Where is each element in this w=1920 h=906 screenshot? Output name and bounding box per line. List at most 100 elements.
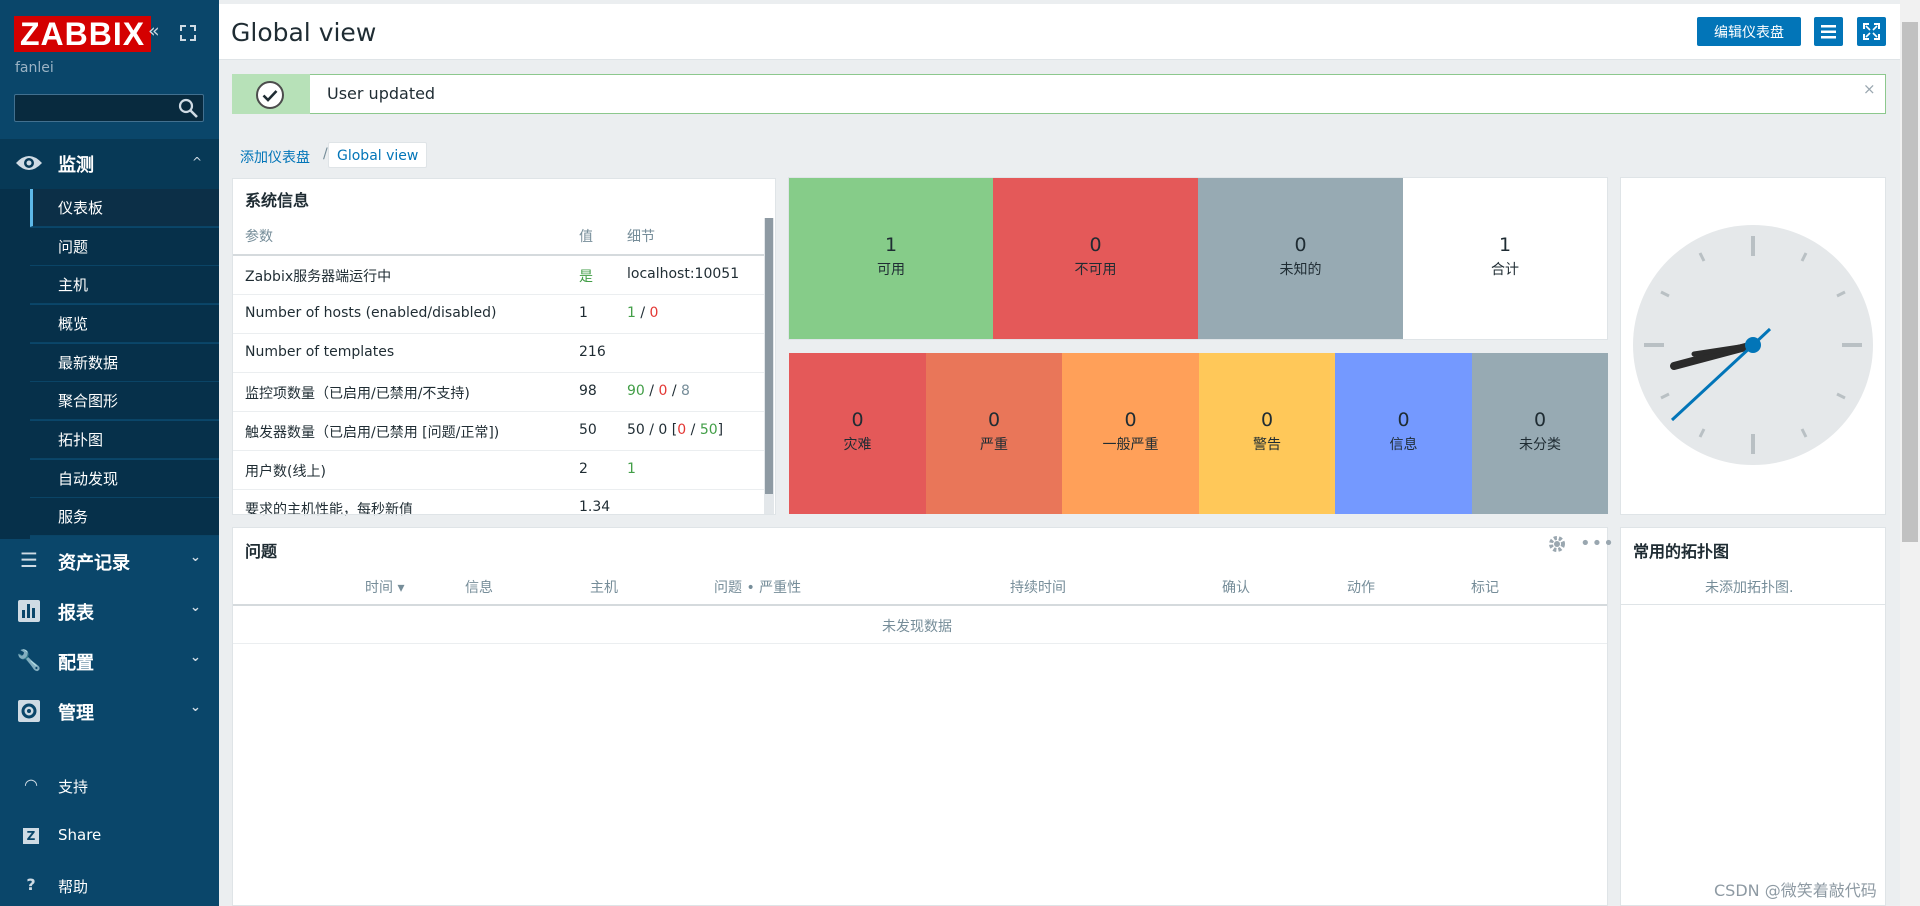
column-header-details: 细节 [627, 229, 655, 245]
headset-icon: ◠ [24, 775, 38, 794]
severity-information[interactable]: 0 信息 [1335, 353, 1472, 514]
chevron-up-icon: ^ [192, 155, 203, 169]
success-message-text: User updated [327, 84, 436, 103]
column-header-value: 值 [579, 229, 593, 245]
severity-high[interactable]: 0 严重 [926, 353, 1062, 514]
table-row-param: 用户数(线上) [245, 464, 326, 480]
table-row-detail: 1 [627, 461, 636, 477]
table-row-param: 触发器数量（已启用/已禁用 [问题/正常]) [245, 425, 500, 441]
zabbix-logo[interactable]: ZABBIX [14, 16, 152, 52]
host-availability-available[interactable]: 1 可用 [789, 178, 993, 339]
menu-configuration[interactable]: 🔧 配置 ⌄ [0, 636, 219, 686]
page-title: Global view [231, 18, 377, 47]
clock-icon [1633, 225, 1873, 465]
help-label: 帮助 [58, 878, 89, 896]
count: 0 [987, 409, 1001, 431]
kiosk-mode-icon[interactable] [180, 25, 196, 41]
support-link[interactable]: ◠ 支持 [0, 764, 219, 808]
column-header-host[interactable]: 主机 [590, 577, 618, 597]
count: 0 [851, 409, 864, 431]
menu-administration[interactable]: 管理 ⌄ [0, 686, 219, 736]
menu-inventory-label: 资产记录 [58, 553, 130, 574]
submenu-overview[interactable]: 概览 [30, 305, 219, 343]
column-header-problem-severity[interactable]: 问题 • 严重性 [714, 577, 801, 597]
label: 不可用 [1074, 262, 1117, 278]
wrench-icon: 🔧 [16, 648, 42, 672]
count: 0 [1533, 409, 1547, 431]
eye-icon [16, 156, 42, 170]
menu-icon [1821, 25, 1836, 39]
table-header-divider [1621, 604, 1885, 605]
chevron-down-icon: ⌄ [190, 550, 201, 565]
label: 信息 [1389, 437, 1418, 453]
share-icon: Z [23, 828, 39, 844]
label: 未知的 [1279, 262, 1322, 278]
breadcrumb-current[interactable]: Global view [328, 142, 428, 168]
column-header-param: 参数 [245, 229, 273, 245]
watermark: CSDN @微笑着敲代码 [1714, 881, 1877, 900]
submenu-dashboard[interactable]: 仪表板 [30, 189, 219, 227]
host-availability-unavailable[interactable]: 0 不可用 [993, 178, 1198, 339]
label: 可用 [877, 262, 905, 278]
problems-widget [232, 527, 1608, 906]
trigger-suffix: ] [717, 422, 724, 438]
label: 合计 [1491, 262, 1519, 278]
widget-scrollbar-thumb[interactable] [765, 218, 773, 494]
support-label: 支持 [58, 778, 89, 796]
search-icon[interactable] [176, 96, 200, 120]
severity-warning[interactable]: 0 警告 [1199, 353, 1335, 514]
menu-inventory[interactable]: ☰ 资产记录 ⌄ [0, 536, 219, 586]
chevron-down-icon: ⌄ [190, 600, 201, 615]
menu-monitoring-label: 监测 [58, 155, 94, 176]
count: 1 [884, 234, 898, 256]
chart-icon [18, 600, 40, 622]
edit-dashboard-button[interactable]: 编辑仪表盘 [1697, 17, 1801, 46]
close-icon[interactable]: × [1863, 80, 1876, 98]
severity-not-classified[interactable]: 0 未分类 [1472, 353, 1608, 514]
table-row-param: Number of templates [245, 344, 395, 360]
breadcrumb-parent[interactable]: 添加仪表盘 [240, 147, 310, 167]
more-options-icon[interactable]: ••• [1580, 533, 1615, 554]
gear-icon [18, 700, 40, 722]
menu-reports[interactable]: 报表 ⌄ [0, 586, 219, 636]
collapse-sidebar-icon[interactable]: « [148, 20, 160, 42]
chevron-down-icon: ⌄ [190, 700, 201, 715]
help-link[interactable]: ? 帮助 [0, 864, 219, 906]
column-header-time[interactable]: 时间 ▾ [365, 577, 404, 597]
table-row-value: 1.34 [579, 499, 611, 515]
count: 0 [1294, 234, 1307, 256]
row-divider [233, 372, 764, 373]
success-message [232, 74, 1886, 114]
gear-icon[interactable] [1548, 535, 1566, 553]
submenu-problems[interactable]: 问题 [30, 228, 219, 266]
submenu-services[interactable]: 服务 [30, 498, 219, 536]
actions-menu-button[interactable] [1814, 17, 1843, 46]
host-availability-unknown[interactable]: 0 未知的 [1198, 178, 1403, 339]
fullscreen-button[interactable] [1857, 17, 1886, 46]
table-row-value: 98 [579, 383, 597, 399]
host-availability-total[interactable]: 1 合计 [1403, 178, 1607, 339]
widget-bottom-edge [233, 514, 764, 515]
column-header-tags: 标记 [1471, 580, 1499, 596]
table-row-detail: 90 / 0 / 8 [627, 383, 690, 399]
submenu-screens[interactable]: 聚合图形 [30, 382, 219, 420]
table-header-divider [233, 604, 1607, 606]
submenu-hosts[interactable]: 主机 [30, 266, 219, 304]
column-header-actions: 动作 [1347, 580, 1375, 596]
table-row-value: 1 [579, 305, 588, 321]
share-link[interactable]: Z Share [0, 814, 219, 858]
label: 一般严重 [1102, 437, 1159, 453]
submenu-maps[interactable]: 拓扑图 [30, 421, 219, 459]
submenu-discovery[interactable]: 自动发现 [30, 460, 219, 498]
page-scrollbar-thumb[interactable] [1902, 22, 1918, 542]
label: 未分类 [1519, 437, 1561, 453]
table-row-detail: localhost:10051 [627, 266, 740, 282]
row-divider [233, 411, 764, 412]
severity-disaster[interactable]: 0 灾难 [789, 353, 926, 514]
submenu-latest-data[interactable]: 最新数据 [30, 344, 219, 382]
count: 0 [1124, 409, 1137, 431]
severity-average[interactable]: 0 一般严重 [1062, 353, 1199, 514]
favorite-maps-title: 常用的拓扑图 [1633, 542, 1730, 561]
table-row-value: 216 [579, 344, 606, 360]
page-header [219, 4, 1900, 60]
